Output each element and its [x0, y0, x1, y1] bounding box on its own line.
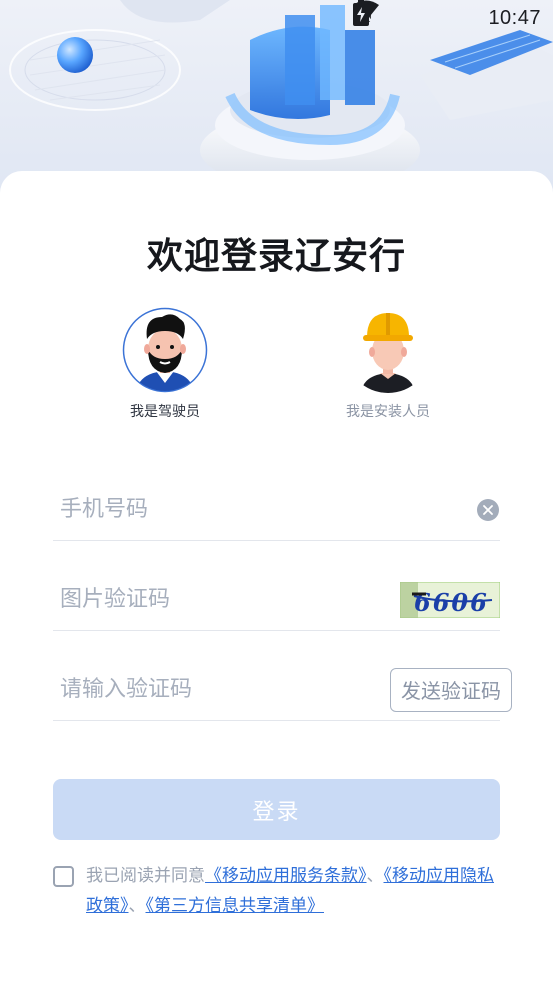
role-label-driver: 我是驾驶员	[130, 404, 200, 420]
agreement: 我已阅读并同意《移动应用服务条款》、《移动应用隐私政策》、《第三方信息共享清单》	[53, 861, 503, 921]
captcha-field-row: 6606	[53, 569, 501, 631]
role-driver[interactable]: 我是驾驶员	[100, 307, 230, 421]
agreement-text: 我已阅读并同意《移动应用服务条款》、《移动应用隐私政策》、《第三方信息共享清单》	[53, 861, 503, 921]
driver-avatar	[122, 307, 208, 393]
third-party-sharing-link[interactable]: 《第三方信息共享清单》	[146, 896, 325, 916]
installer-avatar	[345, 307, 431, 393]
agreement-separator: 、	[128, 896, 146, 916]
sms-field-row: 发送验证码	[53, 659, 512, 721]
agreement-separator: 、	[366, 866, 384, 886]
captcha-input[interactable]	[53, 569, 400, 630]
agreement-checkbox[interactable]	[53, 866, 74, 887]
role-installer[interactable]: 我是安装人员	[323, 307, 453, 421]
send-code-button[interactable]: 发送验证码	[390, 667, 512, 712]
captcha-text: 6606	[414, 588, 489, 617]
status-bar: 10:47	[353, 0, 553, 36]
sms-code-input[interactable]	[53, 659, 390, 720]
captcha-image[interactable]: 6606	[399, 581, 501, 618]
clear-input-button[interactable]	[477, 498, 499, 521]
login-button[interactable]: 登录	[53, 779, 500, 840]
page-title: 欢迎登录辽安行	[146, 236, 406, 277]
phone-field-row	[53, 479, 500, 541]
header-illustration: 10:47	[0, 0, 553, 200]
close-icon	[483, 504, 493, 515]
status-time: 10:47	[488, 6, 541, 29]
agreement-prefix: 我已阅读并同意	[86, 866, 205, 886]
role-label-installer: 我是安装人员	[346, 404, 430, 420]
phone-input[interactable]	[53, 479, 477, 540]
login-card: 欢迎登录辽安行 我是驾驶员 我是安装人员 手机号码 图片验证码 6606 请输入…	[0, 171, 553, 983]
service-terms-link[interactable]: 《移动应用服务条款》	[205, 866, 367, 886]
